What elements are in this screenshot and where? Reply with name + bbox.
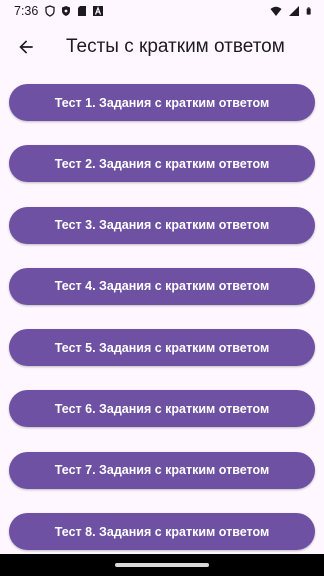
test-3-button[interactable]: Тест 3. Задания с кратким ответом <box>9 206 315 244</box>
back-button[interactable] <box>2 23 50 71</box>
page-title: Тесты с кратким ответом <box>66 36 285 57</box>
sd-card-icon <box>78 6 87 16</box>
status-time: 7:36 <box>14 4 39 18</box>
status-bar: 7:36 <box>0 0 324 22</box>
app-bar: Тесты с кратким ответом <box>0 22 324 72</box>
vpn-icon <box>62 6 71 16</box>
status-left: 7:36 <box>14 4 104 18</box>
font-icon <box>93 6 104 16</box>
test-1-button[interactable]: Тест 1. Задания с кратким ответом <box>9 84 315 121</box>
test-4-button[interactable]: Тест 4. Задания с кратким ответом <box>9 267 315 305</box>
signal-icon <box>289 6 299 16</box>
home-gesture-handle[interactable] <box>115 563 209 567</box>
test-6-button[interactable]: Тест 6. Задания с кратким ответом <box>9 390 315 428</box>
test-list: Тест 1. Задания с кратким ответом Тест 2… <box>9 84 315 574</box>
system-nav-bar <box>0 554 324 576</box>
test-2-button[interactable]: Тест 2. Задания с кратким ответом <box>9 145 315 183</box>
battery-icon <box>306 7 311 15</box>
shield-icon <box>45 5 55 17</box>
test-7-button[interactable]: Тест 7. Задания с кратким ответом <box>9 451 315 489</box>
wifi-icon <box>270 6 282 16</box>
status-right <box>270 5 314 17</box>
test-8-button[interactable]: Тест 8. Задания с кратким ответом <box>9 513 315 551</box>
arrow-back-icon <box>19 40 33 54</box>
test-5-button[interactable]: Тест 5. Задания с кратким ответом <box>9 329 315 367</box>
